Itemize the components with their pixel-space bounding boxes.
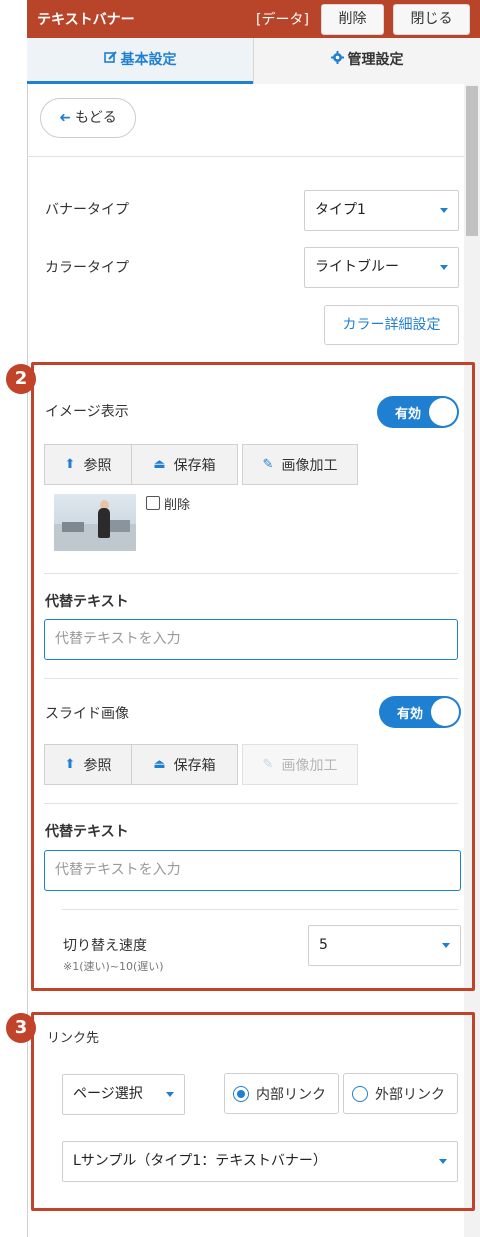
color-detail-button[interactable]: カラー詳細設定 [324,305,459,345]
external-link-radio[interactable]: 外部リンク [343,1073,458,1114]
tab-admin-settings[interactable]: 管理設定 [253,38,480,84]
brush-icon: ✎ [262,757,274,772]
chevron-down-icon [440,265,448,270]
banner-type-value: タイプ1 [315,202,366,218]
toggle-label: 有効 [397,707,424,722]
data-label: [データ] [256,12,309,28]
panel-header: テキストバナー [データ] 削除 閉じる [27,0,480,38]
section-badge-3: 3 [6,1013,36,1043]
chevron-down-icon [440,208,448,213]
browse-label: 参照 [83,457,112,474]
storage-label: 保存箱 [173,457,216,474]
link-target-select[interactable]: Lサンプル（タイプ1：テキストバナー） [62,1141,458,1182]
storage-button[interactable]: ⏏ 保存箱 [132,444,238,485]
slide-storage-button[interactable]: ⏏ 保存箱 [132,744,238,785]
settings-tabs: 基本設定 管理設定 [27,38,480,84]
slide-image-edit-button: ✎ 画像加工 [242,744,358,785]
switch-speed-note: ※1(速い)~10(遅い) [63,960,164,973]
internal-link-radio[interactable]: 内部リンク [224,1073,339,1114]
arrow-left-icon: ➜ [59,110,71,126]
scrollbar-thumb[interactable] [466,86,478,236]
slide-alt-text-input[interactable]: 代替テキストを入力 [44,850,461,891]
image-thumbnail [54,494,136,551]
page-select-value: ページ選択 [73,1086,143,1102]
delete-checkbox-label: 削除 [164,498,191,513]
slide-browse-label: 参照 [83,757,112,774]
chevron-down-icon [166,1092,174,1097]
external-link-label: 外部リンク [375,1086,445,1103]
inbox-icon: ⏏ [153,757,166,772]
color-type-value: ライトブルー [315,259,399,275]
delete-image-checkbox[interactable] [146,496,160,510]
divider [44,803,458,804]
switch-speed-label: 切り替え速度 [63,938,147,954]
delete-button[interactable]: 削除 [321,4,384,35]
brush-icon: ✎ [262,457,274,472]
divider [27,156,464,157]
chevron-down-icon [442,943,450,948]
internal-link-label: 内部リンク [256,1086,326,1103]
image-edit-button[interactable]: ✎ 画像加工 [242,444,358,485]
inbox-icon: ⏏ [153,457,166,472]
link-target-value: Lサンプル（タイプ1：テキストバナー） [73,1153,327,1169]
thumb-desk [62,522,84,532]
panel-title: テキストバナー [37,12,135,28]
radio-selected-icon [233,1085,249,1102]
slide-storage-label: 保存箱 [173,757,216,774]
tab-admin-label: 管理設定 [347,52,404,68]
switch-speed-select[interactable]: 5 [308,925,461,966]
banner-type-label: バナータイプ [45,202,129,218]
color-type-select[interactable]: ライトブルー [304,247,459,288]
slide-browse-button[interactable]: ⬆ 参照 [44,744,132,785]
slide-alt-text-label: 代替テキスト [45,824,129,840]
image-button-group: ⬆ 参照 ⏏ 保存箱 ✎ 画像加工 [44,444,358,485]
slide-button-group: ⬆ 参照 ⏏ 保存箱 ✎ 画像加工 [44,744,358,785]
divider [62,909,458,910]
radio-unselected-icon [352,1085,368,1102]
switch-speed-value: 5 [319,937,328,953]
back-label: もどる [75,110,117,126]
banner-type-select[interactable]: タイプ1 [304,190,459,231]
toggle-knob [429,398,457,426]
link-target-label: リンク先 [47,1031,100,1046]
slide-image-toggle[interactable]: 有効 [379,696,461,728]
alt-text-input[interactable]: 代替テキストを入力 [44,619,458,660]
slide-image-edit-label: 画像加工 [281,757,338,774]
toggle-label: 有効 [395,407,422,422]
close-button[interactable]: 閉じる [393,4,470,35]
section-badge-2: 2 [6,364,36,394]
divider [44,573,458,574]
upload-icon: ⬆ [64,457,76,472]
slide-image-label: スライド画像 [45,706,129,722]
edit-icon [103,39,117,83]
gear-icon [330,39,344,83]
tab-basic-settings[interactable]: 基本設定 [27,38,253,84]
page-select[interactable]: ページ選択 [62,1074,185,1115]
image-display-label: イメージ表示 [45,404,129,420]
toggle-knob [431,698,459,726]
back-button[interactable]: ➜ もどる [40,98,136,138]
chevron-down-icon [439,1159,447,1164]
browse-button[interactable]: ⬆ 参照 [44,444,132,485]
tab-basic-label: 基本設定 [120,52,177,68]
thumb-person [98,508,110,538]
image-display-toggle[interactable]: 有効 [377,396,459,428]
divider [44,678,458,679]
alt-text-label: 代替テキスト [45,594,129,610]
upload-icon: ⬆ [64,757,76,772]
image-edit-label: 画像加工 [281,457,338,474]
color-type-label: カラータイプ [45,260,129,276]
